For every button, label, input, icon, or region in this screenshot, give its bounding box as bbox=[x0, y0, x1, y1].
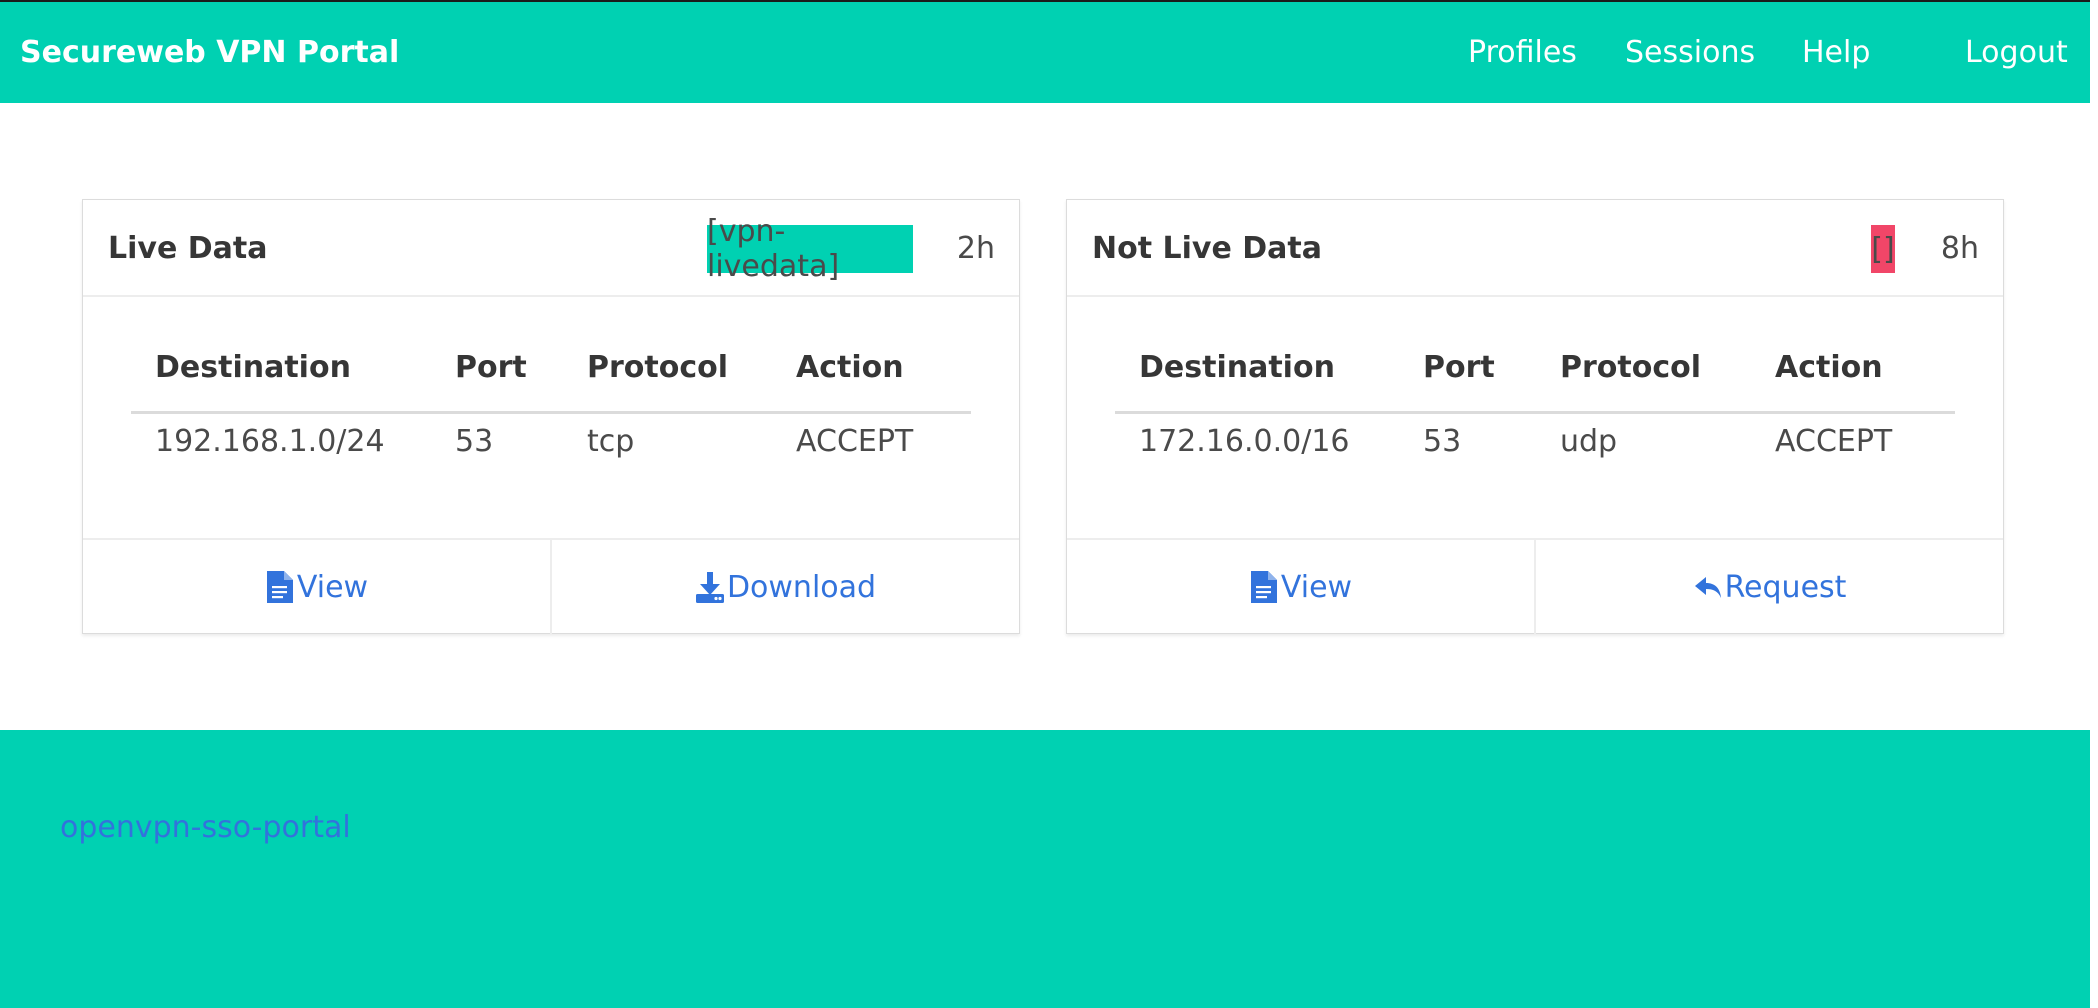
download-button[interactable]: Download bbox=[550, 540, 1019, 634]
cell-destination: 172.16.0.0/16 bbox=[1139, 424, 1350, 459]
reply-icon bbox=[1694, 577, 1721, 598]
cell-action: ACCEPT bbox=[1775, 424, 1893, 459]
document-icon bbox=[1250, 571, 1277, 603]
column-header-port: Port bbox=[455, 350, 527, 385]
nav-help-link[interactable]: Help bbox=[1802, 2, 1870, 103]
session-duration: 8h bbox=[1940, 231, 1979, 266]
site-footer: openvpn-sso-portal bbox=[0, 730, 2090, 1008]
profile-tag: [] bbox=[1871, 225, 1895, 273]
download-icon bbox=[695, 572, 724, 603]
card-title: Not Live Data bbox=[1092, 231, 1322, 266]
cell-protocol: udp bbox=[1560, 424, 1618, 459]
download-button-label: Download bbox=[726, 569, 877, 605]
column-header-destination: Destination bbox=[1139, 350, 1335, 385]
profile-card-not-live: Not Live Data [] 8h Destination Port Pro… bbox=[1066, 199, 2004, 634]
column-header-port: Port bbox=[1423, 350, 1495, 385]
cell-port: 53 bbox=[1423, 424, 1462, 459]
cell-destination: 192.168.1.0/24 bbox=[155, 424, 385, 459]
document-icon bbox=[266, 571, 293, 603]
column-header-destination: Destination bbox=[155, 350, 351, 385]
table-header-divider bbox=[1115, 411, 1955, 414]
column-header-protocol: Protocol bbox=[587, 350, 729, 385]
profile-card-live: Live Data [vpn-livedata] 2h Destination … bbox=[82, 199, 1020, 634]
view-button-label: View bbox=[1280, 569, 1353, 605]
view-button[interactable]: View bbox=[1067, 540, 1534, 634]
nav-profiles-link[interactable]: Profiles bbox=[1468, 2, 1577, 103]
column-header-action: Action bbox=[796, 350, 904, 385]
card-title: Live Data bbox=[108, 231, 268, 266]
column-header-protocol: Protocol bbox=[1560, 350, 1702, 385]
request-button[interactable]: Request bbox=[1534, 540, 2003, 634]
card-header: Live Data [vpn-livedata] 2h bbox=[83, 200, 1019, 297]
card-header: Not Live Data [] 8h bbox=[1067, 200, 2003, 297]
cell-action: ACCEPT bbox=[796, 424, 914, 459]
card-footer: View Download bbox=[83, 538, 1019, 634]
brand-title[interactable]: Secureweb VPN Portal bbox=[20, 2, 399, 103]
page: Secureweb VPN Portal Profiles Sessions H… bbox=[0, 0, 2098, 1008]
view-button[interactable]: View bbox=[83, 540, 550, 634]
request-button-label: Request bbox=[1724, 569, 1847, 605]
view-button-label: View bbox=[296, 569, 369, 605]
session-duration: 2h bbox=[956, 231, 995, 266]
profile-tag: [vpn-livedata] bbox=[707, 214, 913, 284]
column-header-action: Action bbox=[1775, 350, 1883, 385]
table-header-divider bbox=[131, 411, 971, 414]
card-footer: View Request bbox=[1067, 538, 2003, 634]
nav-logout-link[interactable]: Logout bbox=[1965, 2, 2068, 103]
cell-port: 53 bbox=[455, 424, 494, 459]
nav-sessions-link[interactable]: Sessions bbox=[1625, 2, 1755, 103]
footer-repo-link[interactable]: openvpn-sso-portal bbox=[60, 810, 351, 845]
cell-protocol: tcp bbox=[587, 424, 635, 459]
navbar: Secureweb VPN Portal Profiles Sessions H… bbox=[0, 0, 2090, 103]
